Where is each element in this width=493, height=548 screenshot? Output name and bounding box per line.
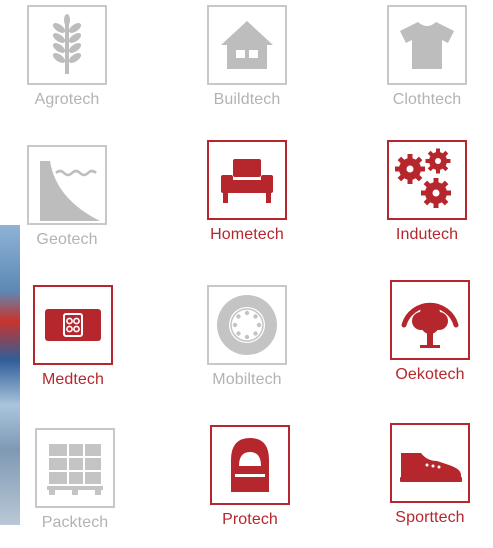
bandage-icon: [44, 308, 102, 342]
tile-label: Indutech: [395, 226, 459, 243]
tile-frame: [390, 280, 470, 360]
tile-frame: [387, 140, 467, 220]
tile-frame: [210, 425, 290, 505]
wheel-icon: [215, 293, 279, 357]
tile-frame: [207, 285, 287, 365]
tile-label: Clothtech: [392, 91, 462, 108]
armchair-icon: [219, 155, 275, 205]
tile-frame: [207, 140, 287, 220]
tile-oekotech[interactable]: Oekotech: [385, 280, 475, 400]
tile-label: Protech: [222, 511, 278, 528]
tile-label: Geotech: [36, 231, 98, 248]
tile-clothtech[interactable]: Clothtech: [382, 5, 472, 125]
tile-agrotech[interactable]: Agrotech: [22, 5, 112, 125]
tile-protech[interactable]: Protech: [205, 425, 295, 545]
tile-label: Hometech: [210, 226, 284, 243]
tile-label: Medtech: [41, 371, 105, 388]
tile-label: Sporttech: [395, 509, 465, 526]
tile-label: Agrotech: [34, 91, 100, 108]
wheat-icon: [42, 14, 92, 76]
tile-frame: [27, 5, 107, 85]
tile-label: Packtech: [41, 514, 109, 531]
tile-frame: [35, 428, 115, 508]
tile-geotech[interactable]: Geotech: [22, 145, 112, 265]
pallet-icon: [45, 440, 105, 496]
side-photo: [0, 225, 20, 525]
tile-indutech[interactable]: Indutech: [382, 140, 472, 260]
tile-hometech[interactable]: Hometech: [202, 140, 292, 260]
house-icon: [219, 19, 275, 71]
tile-packtech[interactable]: Packtech: [30, 428, 120, 548]
sneaker-icon: [397, 443, 463, 483]
tile-frame: [387, 5, 467, 85]
tile-buildtech[interactable]: Buildtech: [202, 5, 292, 125]
tile-label: Buildtech: [213, 91, 281, 108]
protective-hood-icon: [225, 436, 275, 494]
tile-frame: [33, 285, 113, 365]
tile-mobiltech[interactable]: Mobiltech: [202, 285, 292, 405]
tile-frame: [207, 5, 287, 85]
tile-frame: [27, 145, 107, 225]
gears-icon: [394, 147, 460, 213]
tile-sporttech[interactable]: Sporttech: [385, 423, 475, 543]
tile-frame: [390, 423, 470, 503]
tile-label: Mobiltech: [212, 371, 282, 388]
tshirt-icon: [398, 19, 456, 71]
dam-icon: [32, 159, 102, 223]
tile-label: Oekotech: [395, 366, 465, 383]
tree-icon: [398, 289, 462, 351]
tile-medtech[interactable]: Medtech: [28, 285, 118, 405]
